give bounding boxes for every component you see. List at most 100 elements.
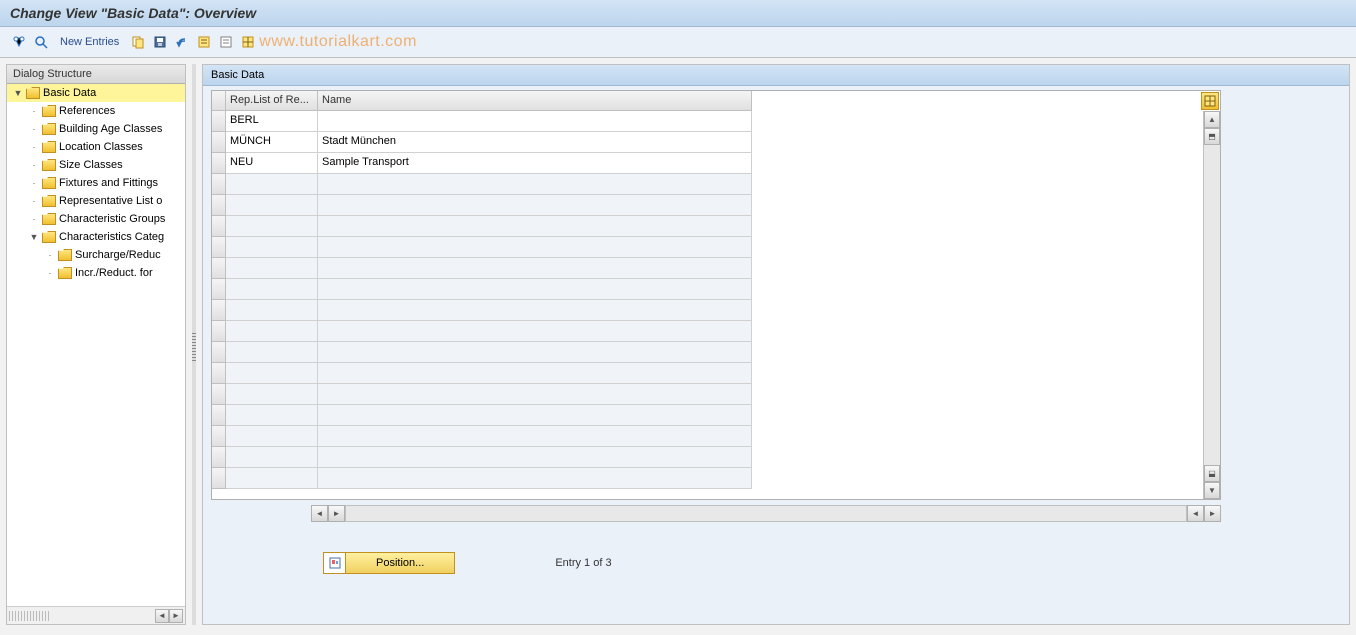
row-selector[interactable] <box>212 195 226 216</box>
row-selector[interactable] <box>212 132 226 153</box>
row-selector[interactable] <box>212 111 226 132</box>
scroll-page-down-icon[interactable]: ⬓ <box>1204 465 1220 482</box>
column-header-0[interactable]: Rep.List of Re... <box>226 91 318 111</box>
tree-item-0[interactable]: ▼Basic Data <box>7 84 185 102</box>
sidebar-footer: ◄ ► <box>7 606 185 624</box>
tree-item-6[interactable]: ·Representative List o <box>7 192 185 210</box>
undo-icon[interactable] <box>173 33 191 51</box>
tree-toggle-icon[interactable]: · <box>45 268 55 278</box>
grid[interactable]: Rep.List of Re...NameBERLMÜNCHStadt Münc… <box>212 91 752 489</box>
tree-toggle-icon[interactable]: · <box>29 142 39 152</box>
footer-row: Position... Entry 1 of 3 <box>203 552 1349 574</box>
position-label: Position... <box>346 557 454 569</box>
row-selector[interactable] <box>212 363 226 384</box>
tree-item-8[interactable]: ▼ Characteristics Categ <box>7 228 185 246</box>
sidebar-h-scroll-track <box>9 611 49 621</box>
splitter-handle[interactable] <box>192 64 196 625</box>
cell-name[interactable]: Stadt München <box>318 132 752 153</box>
tree-toggle-icon[interactable]: · <box>29 106 39 116</box>
row-selector[interactable] <box>212 342 226 363</box>
sidebar-scroll-right-icon[interactable]: ► <box>169 609 183 623</box>
table-config-button[interactable] <box>1201 92 1219 110</box>
tree-item-5[interactable]: ·Fixtures and Fittings <box>7 174 185 192</box>
toggle-view-icon[interactable] <box>10 33 28 51</box>
horizontal-scrollbar[interactable]: ◄ ► ◄ ► <box>211 504 1221 522</box>
cell-name[interactable]: Sample Transport <box>318 153 752 174</box>
cell-empty <box>318 237 752 258</box>
tree-label: Characteristics Categ <box>59 231 164 243</box>
scroll-track[interactable] <box>1204 145 1220 465</box>
cell-empty <box>318 447 752 468</box>
row-selector[interactable] <box>212 447 226 468</box>
cell-name[interactable] <box>318 111 752 132</box>
row-selector[interactable] <box>212 426 226 447</box>
tree-toggle-icon[interactable]: ▼ <box>29 232 39 242</box>
tree-toggle-icon[interactable]: · <box>29 160 39 170</box>
folder-closed-icon <box>42 141 56 153</box>
cell-empty <box>226 447 318 468</box>
table-settings-icon[interactable] <box>239 33 257 51</box>
tree-item-3[interactable]: ·Location Classes <box>7 138 185 156</box>
tree-item-7[interactable]: · Characteristic Groups <box>7 210 185 228</box>
column-header-1[interactable]: Name <box>318 91 752 111</box>
sidebar-scroll-left-icon[interactable]: ◄ <box>155 609 169 623</box>
tree-item-10[interactable]: ·Incr./Reduct. for <box>7 264 185 282</box>
tree-toggle-icon[interactable]: · <box>29 124 39 134</box>
find-icon[interactable] <box>32 33 50 51</box>
folder-closed-icon <box>42 159 56 171</box>
vertical-scrollbar[interactable]: ▲ ⬒ ⬓ ▼ <box>1203 111 1220 499</box>
row-selector[interactable] <box>212 468 226 489</box>
scroll-left-end-icon[interactable]: ◄ <box>1187 505 1204 522</box>
scroll-left-icon[interactable]: ◄ <box>311 505 328 522</box>
row-selector[interactable] <box>212 216 226 237</box>
tree-toggle-icon[interactable]: · <box>29 178 39 188</box>
tree-label: Size Classes <box>59 159 123 171</box>
folder-closed-icon <box>42 177 56 189</box>
row-selector[interactable] <box>212 153 226 174</box>
tree-toggle-icon[interactable]: ▼ <box>13 88 23 98</box>
page-title: Change View "Basic Data": Overview <box>10 5 256 21</box>
tree-toggle-icon[interactable]: · <box>29 196 39 206</box>
scroll-down-icon[interactable]: ▼ <box>1204 482 1220 499</box>
h-scroll-track[interactable] <box>345 505 1187 522</box>
panel-title: Basic Data <box>203 65 1349 86</box>
save-icon[interactable] <box>151 33 169 51</box>
folder-closed-icon <box>42 213 56 225</box>
tree-label: Surcharge/Reduc <box>75 249 161 261</box>
tree-item-1[interactable]: ·References <box>7 102 185 120</box>
tree-item-2[interactable]: ·Building Age Classes <box>7 120 185 138</box>
tree-item-4[interactable]: · Size Classes <box>7 156 185 174</box>
cell-empty <box>318 174 752 195</box>
row-selector[interactable] <box>212 279 226 300</box>
tree-item-9[interactable]: · Surcharge/Reduc <box>7 246 185 264</box>
sidebar-header: Dialog Structure <box>7 65 185 84</box>
scroll-right-icon[interactable]: ► <box>328 505 345 522</box>
row-selector[interactable] <box>212 384 226 405</box>
watermark-text: www.tutorialkart.com <box>259 33 417 51</box>
row-selector[interactable] <box>212 321 226 342</box>
position-button[interactable]: Position... <box>323 552 455 574</box>
new-entries-button[interactable]: New Entries <box>60 36 119 48</box>
cell-empty <box>226 237 318 258</box>
row-selector[interactable] <box>212 258 226 279</box>
cell-code[interactable]: NEU <box>226 153 318 174</box>
tree-toggle-icon[interactable]: · <box>45 250 55 260</box>
cell-code[interactable]: BERL <box>226 111 318 132</box>
data-panel: Basic Data Rep.List of Re...NameBERLMÜNC… <box>202 64 1350 625</box>
grid-corner[interactable] <box>212 91 226 111</box>
tree-view[interactable]: ▼Basic Data·References·Building Age Clas… <box>7 84 185 606</box>
row-selector[interactable] <box>212 300 226 321</box>
scroll-right-end-icon[interactable]: ► <box>1204 505 1221 522</box>
tree-toggle-icon[interactable]: · <box>29 214 39 224</box>
row-selector[interactable] <box>212 237 226 258</box>
row-selector[interactable] <box>212 405 226 426</box>
scroll-page-up-icon[interactable]: ⬒ <box>1204 128 1220 145</box>
tree-label: Characteristic Groups <box>59 213 165 225</box>
cell-empty <box>226 468 318 489</box>
scroll-up-icon[interactable]: ▲ <box>1204 111 1220 128</box>
cell-code[interactable]: MÜNCH <box>226 132 318 153</box>
copy-icon[interactable] <box>129 33 147 51</box>
row-selector[interactable] <box>212 174 226 195</box>
deselect-all-icon[interactable] <box>217 33 235 51</box>
select-all-icon[interactable] <box>195 33 213 51</box>
